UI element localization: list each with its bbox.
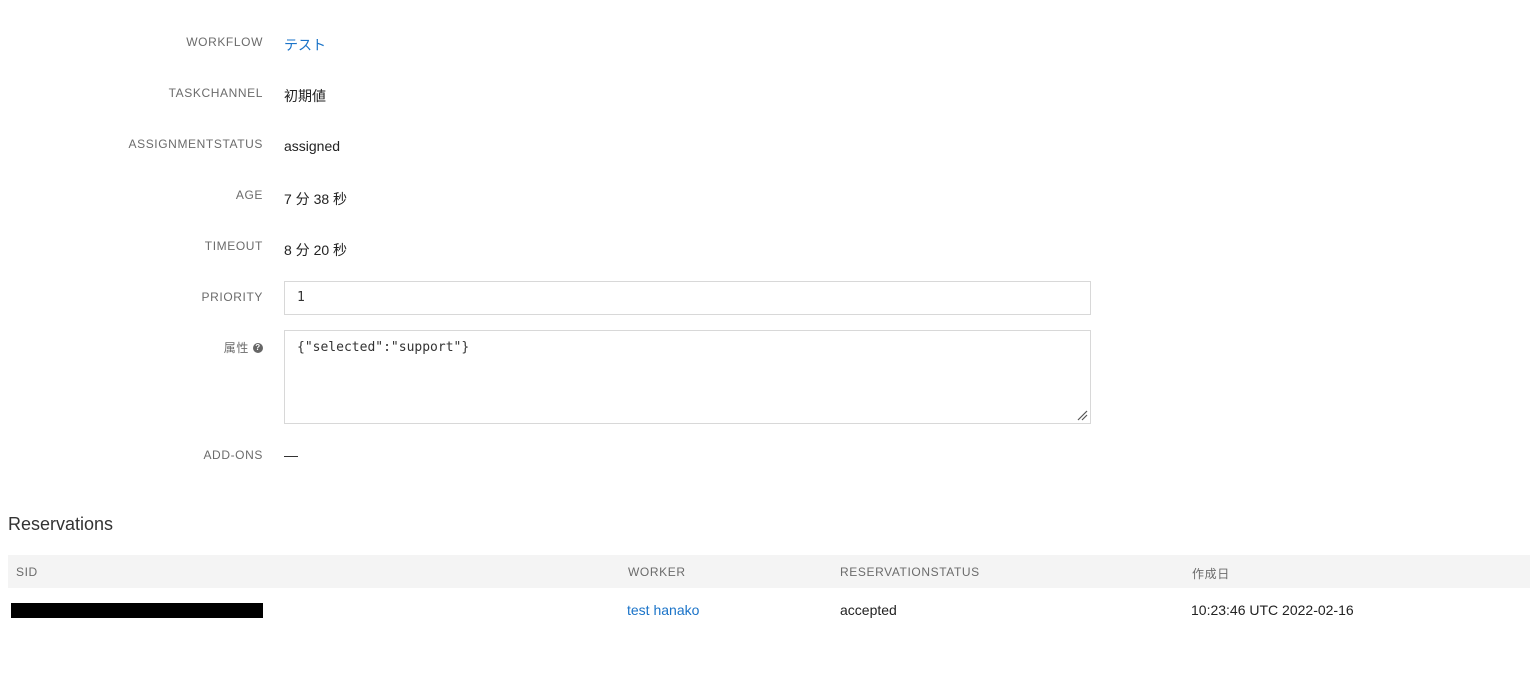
addons-label-text: ADD-ONS — [203, 448, 263, 462]
assignment-status-label: ASSIGNMENTSTATUS — [129, 137, 264, 151]
priority-label-text: PRIORITY — [201, 290, 263, 304]
taskchannel-label-text: TASKCHANNEL — [168, 86, 263, 100]
taskchannel-label: TASKCHANNEL — [169, 86, 263, 100]
table-row: test hanako accepted 10:23:46 UTC 2022-0… — [0, 588, 1530, 630]
age-label-text: AGE — [235, 188, 263, 202]
question-circle-icon[interactable]: ? — [253, 342, 263, 353]
reservations-title: Reservations — [8, 514, 114, 534]
workflow-label: WORKFLOW — [186, 35, 263, 49]
task-detail-page: WORKFLOW テスト TASKCHANNEL 初期値 ASSIGNMENTS… — [0, 0, 1530, 689]
timeout-value: 8 分 20 秒 — [284, 242, 348, 258]
workflow-label-text: WORKFLOW — [186, 35, 263, 49]
column-header-created[interactable]: 作成日 — [1192, 565, 1230, 582]
attributes-label-text: 属性 — [223, 341, 249, 355]
addons-value: — — [284, 447, 298, 463]
assignment-status-label-text: ASSIGNMENTSTATUS — [128, 137, 263, 151]
reservation-status-cell: accepted — [840, 602, 897, 618]
column-header-sid[interactable]: SID — [16, 565, 38, 579]
resize-handle-icon[interactable] — [1077, 410, 1088, 421]
priority-input[interactable]: 1 — [284, 281, 1091, 315]
addons-label: ADD-ONS — [203, 448, 263, 462]
taskchannel-value: 初期値 — [284, 88, 326, 104]
workflow-link[interactable]: テスト — [284, 35, 326, 55]
redacted-sid — [11, 603, 263, 618]
timeout-label-text: TIMEOUT — [204, 239, 263, 253]
attributes-textarea[interactable]: {"selected":"support"} — [284, 330, 1091, 424]
timeout-label: TIMEOUT — [205, 239, 263, 253]
attributes-text: {"selected":"support"} — [297, 340, 470, 355]
age-value: 7 分 38 秒 — [284, 191, 348, 207]
column-header-reservation-status[interactable]: RESERVATIONSTATUS — [840, 565, 980, 579]
created-date-cell: 10:23:46 UTC 2022-02-16 — [1191, 602, 1354, 618]
worker-link[interactable]: test hanako — [627, 602, 699, 618]
assignment-status-value: assigned — [284, 138, 341, 154]
column-header-worker[interactable]: WORKER — [628, 565, 686, 579]
attributes-label: 属性 ? — [224, 339, 263, 356]
priority-label: PRIORITY — [202, 290, 263, 304]
reservations-table-header: SID WORKER RESERVATIONSTATUS 作成日 — [8, 555, 1530, 588]
age-label: AGE — [236, 188, 263, 202]
